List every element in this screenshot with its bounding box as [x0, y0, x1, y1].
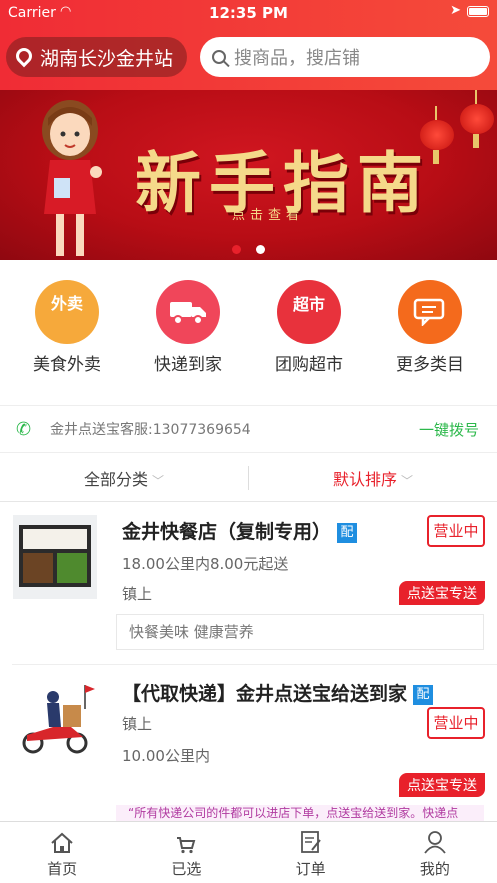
search-input[interactable]: 搜商品，搜店铺: [200, 37, 490, 77]
chevron-down-icon: ﹀: [152, 473, 165, 488]
cart-icon: [124, 830, 248, 854]
category-food-delivery[interactable]: 外卖 美食外卖: [12, 280, 122, 375]
hotline-text: 金井点送宝客服:13077369654: [50, 422, 251, 438]
pager-dot-active[interactable]: [231, 245, 241, 254]
pager-dot[interactable]: [256, 245, 266, 254]
tab-label: 首页: [47, 860, 78, 878]
tab-selected[interactable]: 已选: [124, 822, 248, 883]
search-icon: [212, 50, 226, 64]
supermarket-badge: 超市: [292, 295, 325, 314]
shop-delivery-range: 18.00公里内8.00元起送: [122, 555, 289, 573]
sort-filter[interactable]: 默认排序 ﹀: [249, 466, 497, 490]
guide-girl-illustration: [42, 100, 102, 256]
delivery-badge: 配: [337, 522, 358, 543]
user-icon: [373, 830, 497, 854]
shop-name-text: 【代取快递】金井点送宝给送到家: [122, 683, 408, 705]
chevron-down-icon: ﹀: [401, 473, 414, 488]
category-grid: 外卖 美食外卖 快递到家 超市 团购超市 更多类目: [0, 260, 497, 380]
delivery-truck-icon: [156, 280, 220, 344]
banner-pager: [0, 239, 497, 258]
status-bar: Carrier ◠ 12:35 PM ➤: [0, 0, 497, 26]
category-label: 快递到家: [154, 355, 222, 375]
shop-delivery-range: 10.00公里内: [122, 747, 210, 765]
home-icon: [0, 830, 124, 854]
city-selector[interactable]: 湖南长沙金井站: [6, 37, 187, 77]
tab-orders[interactable]: 订单: [249, 822, 373, 883]
shop-name-text: 金井快餐店（复制专用）: [122, 521, 332, 543]
shop-location: 镇上: [122, 715, 153, 733]
filter-bar: 全部分类 ﹀ 默认排序 ﹀: [0, 454, 497, 502]
location-arrow-icon: ➤: [450, 3, 461, 18]
city-label: 湖南长沙金井站: [40, 47, 174, 70]
tab-home[interactable]: 首页: [0, 822, 124, 883]
shop-thumbnail: [13, 515, 97, 599]
shop-card[interactable]: 【代取快递】金井点送宝给送到家配 营业中 镇上 10.00公里内 点送宝专送 “…: [0, 665, 497, 823]
tab-label: 我的: [419, 860, 450, 878]
delivery-service-tag: 点送宝专送: [399, 773, 485, 797]
tab-label: 已选: [171, 860, 202, 878]
tab-profile[interactable]: 我的: [373, 822, 497, 883]
category-label: 团购超市: [275, 355, 343, 375]
category-express[interactable]: 快递到家: [133, 280, 243, 375]
dial-button[interactable]: 一键拨号: [419, 419, 479, 440]
category-label: 更多类目: [396, 355, 464, 375]
location-pin-icon: [12, 44, 36, 67]
category-filter-label: 全部分类: [83, 469, 148, 489]
category-more[interactable]: 更多类目: [375, 280, 485, 375]
header-bar: Carrier ◠ 12:35 PM ➤ 湖南长沙金井站 搜商品，搜店铺: [0, 0, 497, 90]
shop-description: 快餐美味 健康营养: [116, 614, 484, 650]
shop-name: 金井快餐店（复制专用）配: [122, 517, 358, 544]
delivery-badge: 配: [413, 684, 434, 705]
shop-thumbnail: [13, 679, 97, 763]
promo-banner[interactable]: 新手指南 点击查看: [0, 90, 497, 260]
takeout-icon: 外卖: [35, 280, 99, 344]
banner-subtitle: 点击查看: [231, 208, 304, 223]
supermarket-icon: 超市: [277, 280, 341, 344]
order-edit-icon: [249, 830, 373, 854]
open-status-badge: 营业中: [427, 707, 485, 739]
bottom-tab-bar: 首页 已选 订单 我的: [0, 821, 497, 883]
service-hotline: ✆ 金井点送宝客服:13077369654 一键拨号: [0, 405, 497, 453]
shop-card[interactable]: 金井快餐店（复制专用）配 营业中 18.00公里内8.00元起送 镇上 点送宝专…: [0, 503, 497, 663]
search-placeholder: 搜商品，搜店铺: [234, 48, 360, 69]
tab-label: 订单: [295, 860, 326, 878]
clock: 12:35 PM: [209, 4, 288, 22]
shop-description-text: “所有快递公司的件都可以进店下单，点送宝给送到家。快递点: [128, 806, 459, 820]
sort-filter-label: 默认排序: [332, 469, 397, 489]
battery-icon: [467, 6, 489, 17]
category-label: 美食外卖: [33, 355, 101, 375]
shop-location: 镇上: [122, 585, 153, 603]
category-supermarket[interactable]: 超市 团购超市: [254, 280, 364, 375]
category-filter[interactable]: 全部分类 ﹀: [0, 466, 248, 490]
lantern-decoration: [460, 90, 494, 148]
shop-name: 【代取快递】金井点送宝给送到家配: [122, 679, 434, 706]
chat-bubble-icon: [398, 280, 462, 344]
delivery-service-tag: 点送宝专送: [399, 581, 485, 605]
phone-icon: ✆: [16, 419, 32, 440]
open-status-badge: 营业中: [427, 515, 485, 547]
takeout-badge: 外卖: [50, 294, 83, 313]
